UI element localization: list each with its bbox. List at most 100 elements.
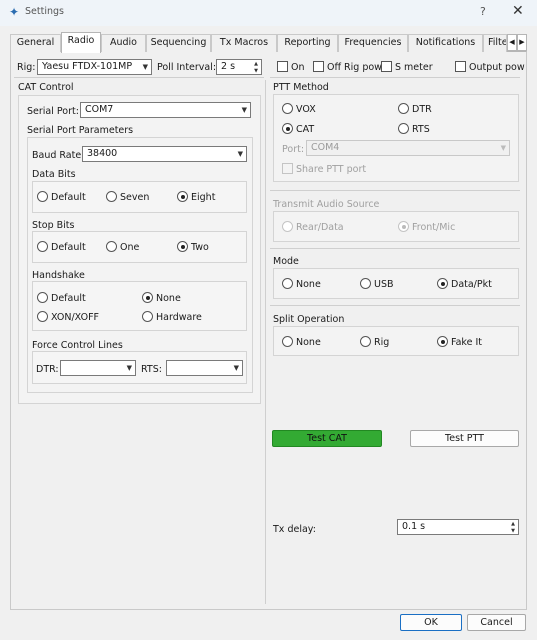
- data-bits-title: Data Bits: [32, 169, 76, 180]
- ptt-rts-radio[interactable]: [398, 123, 409, 134]
- spin-up-icon[interactable]: ▲: [509, 521, 517, 527]
- chevron-down-icon: ▼: [500, 144, 506, 152]
- tx-delay-spinbox[interactable]: 0.1 s ▲ ▼: [397, 519, 519, 535]
- stop-bits-title: Stop Bits: [32, 220, 75, 231]
- split-fake-it-radio[interactable]: [437, 336, 448, 347]
- handshake-default-radio[interactable]: [37, 292, 48, 303]
- data-bits-eight-radio[interactable]: [177, 191, 188, 202]
- ptt-cat-radio[interactable]: [282, 123, 293, 134]
- data-bits-eight-label: Eight: [191, 192, 216, 203]
- handshake-xonxoff-radio[interactable]: [37, 311, 48, 322]
- split-fake-it-label: Fake It: [451, 337, 482, 348]
- ptt-dtr-radio[interactable]: [398, 103, 409, 114]
- mode-none-radio[interactable]: [282, 278, 293, 289]
- force-control-lines-title: Force Control Lines: [32, 340, 123, 351]
- stop-bits-one-label: One: [120, 242, 140, 253]
- mode-usb-radio[interactable]: [360, 278, 371, 289]
- mode-data-pkt-radio[interactable]: [437, 278, 448, 289]
- data-bits-seven-radio[interactable]: [106, 191, 117, 202]
- share-ptt-port-label: Share PTT port: [296, 164, 367, 175]
- mode-title: Mode: [273, 256, 299, 267]
- divider: [270, 305, 520, 306]
- split-rig-label: Rig: [374, 337, 390, 348]
- ptt-port-value: COM4: [311, 142, 340, 153]
- on-checkbox[interactable]: [277, 61, 288, 72]
- split-none-radio[interactable]: [282, 336, 293, 347]
- split-operation-title: Split Operation: [273, 314, 345, 325]
- data-bits-seven-label: Seven: [120, 192, 150, 203]
- app-icon: ✦: [8, 5, 20, 19]
- stop-bits-default-radio[interactable]: [37, 241, 48, 252]
- divider: [270, 77, 520, 78]
- data-bits-default-radio[interactable]: [37, 191, 48, 202]
- spin-up-icon[interactable]: ▲: [252, 61, 260, 67]
- stop-bits-two-label: Two: [191, 242, 209, 253]
- handshake-none-radio[interactable]: [142, 292, 153, 303]
- ok-button[interactable]: OK: [400, 614, 462, 631]
- rig-select[interactable]: Yaesu FTDX-101MP ▼: [37, 59, 152, 75]
- spin-down-icon[interactable]: ▼: [509, 528, 517, 534]
- help-button[interactable]: ?: [480, 5, 486, 18]
- on-label: On: [291, 62, 305, 73]
- audio-rear-data-radio[interactable]: [282, 221, 293, 232]
- chevron-down-icon: ▼: [233, 364, 239, 372]
- stop-bits-two-radio[interactable]: [177, 241, 188, 252]
- close-icon[interactable]: ✕: [512, 3, 524, 19]
- tab-scroll-right-icon[interactable]: ▶: [517, 34, 527, 51]
- rig-value: Yaesu FTDX-101MP: [42, 61, 133, 72]
- tab-reporting[interactable]: Reporting: [277, 34, 338, 52]
- chevron-down-icon: ▼: [142, 63, 148, 71]
- tab-notifications[interactable]: Notifications: [408, 34, 483, 52]
- tab-scroll-left-icon[interactable]: ◀: [507, 34, 517, 51]
- s-meter-checkbox[interactable]: [381, 61, 392, 72]
- s-meter-label: S meter: [395, 62, 433, 73]
- serial-port-params-title: Serial Port Parameters: [27, 125, 134, 136]
- tx-audio-source-title: Transmit Audio Source: [273, 199, 380, 210]
- dtr-combo[interactable]: ▼: [60, 360, 136, 376]
- rts-combo[interactable]: ▼: [166, 360, 243, 376]
- handshake-default-label: Default: [51, 293, 86, 304]
- output-pow-checkbox[interactable]: [455, 61, 466, 72]
- divider: [14, 77, 264, 78]
- tab-frequencies[interactable]: Frequencies: [338, 34, 408, 52]
- output-pow-label: Output pow: [469, 62, 525, 73]
- tab-general[interactable]: General: [10, 34, 61, 52]
- audio-front-mic-radio[interactable]: [398, 221, 409, 232]
- handshake-hardware-radio[interactable]: [142, 311, 153, 322]
- baud-rate-combo[interactable]: 38400 ▼: [82, 146, 247, 162]
- test-ptt-button[interactable]: Test PTT: [410, 430, 519, 447]
- spin-down-icon[interactable]: ▼: [252, 68, 260, 74]
- ptt-method-title: PTT Method: [273, 82, 329, 93]
- handshake-title: Handshake: [32, 270, 85, 281]
- stop-bits-one-radio[interactable]: [106, 241, 117, 252]
- mode-usb-label: USB: [374, 279, 394, 290]
- serial-port-value: COM7: [85, 104, 114, 115]
- tab-radio[interactable]: Radio: [61, 32, 101, 53]
- stop-bits-default-label: Default: [51, 242, 86, 253]
- handshake-group: [32, 281, 247, 331]
- divider: [270, 248, 520, 249]
- handshake-hardware-label: Hardware: [156, 312, 202, 323]
- window-title: Settings: [25, 6, 64, 17]
- chevron-down-icon: ▼: [241, 106, 247, 114]
- tab-filters[interactable]: Filte: [483, 34, 507, 52]
- test-cat-button[interactable]: Test CAT: [272, 430, 382, 447]
- poll-interval-value: 2 s: [221, 61, 236, 72]
- audio-front-mic-label: Front/Mic: [412, 222, 456, 233]
- baud-rate-value: 38400: [87, 148, 118, 159]
- cancel-button[interactable]: Cancel: [467, 614, 526, 631]
- split-rig-radio[interactable]: [360, 336, 371, 347]
- ptt-port-combo[interactable]: COM4 ▼: [306, 140, 510, 156]
- tab-audio[interactable]: Audio: [101, 34, 146, 52]
- handshake-xonxoff-label: XON/XOFF: [51, 312, 99, 323]
- split-none-label: None: [296, 337, 321, 348]
- audio-rear-data-label: Rear/Data: [296, 222, 344, 233]
- tab-tx-macros[interactable]: Tx Macros: [211, 34, 277, 52]
- tab-sequencing[interactable]: Sequencing: [146, 34, 211, 52]
- off-rig-pow-checkbox[interactable]: [313, 61, 324, 72]
- ptt-vox-radio[interactable]: [282, 103, 293, 114]
- poll-interval-spinbox[interactable]: 2 s ▲ ▼: [216, 59, 262, 75]
- share-ptt-port-checkbox[interactable]: [282, 163, 293, 174]
- serial-port-combo[interactable]: COM7 ▼: [80, 102, 251, 118]
- data-bits-default-label: Default: [51, 192, 86, 203]
